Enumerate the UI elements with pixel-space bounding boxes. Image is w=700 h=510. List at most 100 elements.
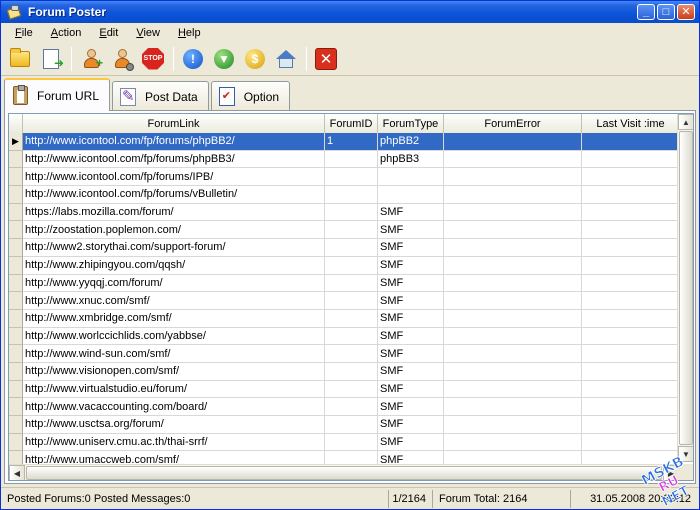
home-button[interactable] [273, 46, 299, 72]
cell-forumerror[interactable] [444, 416, 582, 434]
dollar-button[interactable]: $ [242, 46, 268, 72]
table-row[interactable]: http://www.xmbridge.com/smf/SMF [9, 309, 680, 328]
cell-forumid[interactable] [325, 380, 378, 399]
cell-lastvisit[interactable] [582, 274, 680, 293]
export-button[interactable] [38, 46, 64, 72]
cell-forumerror[interactable] [444, 203, 582, 222]
cell-forumid[interactable] [325, 345, 378, 363]
cell-forumid[interactable] [325, 327, 378, 346]
cell-forumlink[interactable]: http://www.xmbridge.com/smf/ [23, 309, 325, 328]
download-button[interactable]: ▼ [211, 46, 237, 72]
table-row[interactable]: http://www.zhipingyou.com/qqsh/SMF [9, 256, 680, 275]
cell-forumlink[interactable]: http://www.virtualstudio.eu/forum/ [23, 380, 325, 399]
cell-forumtype[interactable]: phpBB2 [378, 133, 444, 151]
cell-forumtype[interactable]: SMF [378, 292, 444, 310]
header-forumtype[interactable]: ForumType [378, 114, 444, 133]
cell-forumerror[interactable] [444, 433, 582, 452]
cell-forumlink[interactable]: http://www.icontool.com/fp/forums/phpBB2… [23, 133, 325, 151]
cell-forumlink[interactable]: http://www.uniserv.cmu.ac.th/thai-srrf/ [23, 433, 325, 452]
table-row[interactable]: http://www2.storythai.com/support-forum/… [9, 239, 680, 257]
table-row[interactable]: http://www.icontool.com/fp/forums/IPB/ [9, 168, 680, 187]
cell-forumlink[interactable]: http://www.worlccichlids.com/yabbse/ [23, 327, 325, 346]
forum-grid[interactable]: ForumLink ForumID ForumType ForumError Last … [8, 113, 694, 481]
cell-forumtype[interactable]: phpBB3 [378, 150, 444, 169]
cell-forumid[interactable]: 1 [325, 133, 378, 151]
vertical-scroll-thumb[interactable] [679, 131, 693, 445]
scroll-up-button[interactable]: ▲ [678, 114, 693, 130]
cell-forumlink[interactable]: http://www.visionopen.com/smf/ [23, 362, 325, 381]
cell-forumerror[interactable] [444, 309, 582, 328]
cell-forumtype[interactable]: SMF [378, 362, 444, 381]
cell-forumid[interactable] [325, 274, 378, 293]
minimize-button[interactable]: _ [637, 4, 655, 20]
cell-forumerror[interactable] [444, 398, 582, 416]
table-row[interactable]: http://www.virtualstudio.eu/forum/SMF [9, 380, 680, 399]
exit-button[interactable]: ✕ [313, 46, 339, 72]
cell-lastvisit[interactable] [582, 398, 680, 416]
header-forumid[interactable]: ForumID [325, 114, 378, 133]
menu-action[interactable]: Action [41, 27, 90, 39]
cell-forumlink[interactable]: http://www.yyqqj.com/forum/ [23, 274, 325, 293]
cell-lastvisit[interactable] [582, 168, 680, 187]
cell-forumid[interactable] [325, 150, 378, 169]
cell-forumtype[interactable]: SMF [378, 221, 444, 240]
cell-lastvisit[interactable] [582, 133, 680, 151]
cell-forumlink[interactable]: http://www.zhipingyou.com/qqsh/ [23, 256, 325, 275]
cell-forumid[interactable] [325, 398, 378, 416]
cell-forumtype[interactable]: SMF [378, 327, 444, 346]
header-forumlink[interactable]: ForumLink [23, 114, 325, 133]
table-row[interactable]: http://www.icontool.com/fp/forums/vBulle… [9, 186, 680, 204]
table-row[interactable]: http://zoostation.poplemon.com/SMF [9, 221, 680, 240]
cell-lastvisit[interactable] [582, 150, 680, 169]
cell-forumerror[interactable] [444, 239, 582, 257]
cell-forumtype[interactable]: SMF [378, 380, 444, 399]
cell-lastvisit[interactable] [582, 309, 680, 328]
cell-lastvisit[interactable] [582, 292, 680, 310]
table-row[interactable]: http://www.wind-sun.com/smf/SMF [9, 345, 680, 363]
table-row[interactable]: http://www.visionopen.com/smf/SMF [9, 362, 680, 381]
cell-lastvisit[interactable] [582, 221, 680, 240]
scroll-down-button[interactable]: ▼ [678, 446, 693, 462]
close-window-button[interactable]: ✕ [677, 4, 695, 20]
cell-forumerror[interactable] [444, 150, 582, 169]
cell-forumerror[interactable] [444, 380, 582, 399]
cell-forumtype[interactable]: SMF [378, 239, 444, 257]
maximize-button[interactable]: □ [657, 4, 675, 20]
cell-forumerror[interactable] [444, 221, 582, 240]
cell-forumtype[interactable] [378, 186, 444, 204]
table-row[interactable]: http://www.vacaccounting.com/board/SMF [9, 398, 680, 416]
cell-forumtype[interactable]: SMF [378, 433, 444, 452]
table-row[interactable]: http://www.yyqqj.com/forum/SMF [9, 274, 680, 293]
cell-forumtype[interactable] [378, 168, 444, 187]
cell-forumlink[interactable]: https://labs.mozilla.com/forum/ [23, 203, 325, 222]
cell-forumid[interactable] [325, 362, 378, 381]
cell-forumid[interactable] [325, 168, 378, 187]
table-row[interactable]: http://www.xnuc.com/smf/SMF [9, 292, 680, 310]
cell-forumtype[interactable]: SMF [378, 345, 444, 363]
cell-forumtype[interactable]: SMF [378, 416, 444, 434]
horizontal-scrollbar[interactable]: ◀ ▶ [9, 464, 679, 480]
table-row[interactable]: ▶ http://www.icontool.com/fp/forums/phpBB… [9, 133, 680, 151]
cell-lastvisit[interactable] [582, 345, 680, 363]
info-button[interactable]: ! [180, 46, 206, 72]
menu-view[interactable]: View [126, 27, 168, 39]
cell-forumerror[interactable] [444, 274, 582, 293]
cell-forumtype[interactable]: SMF [378, 203, 444, 222]
table-row[interactable]: http://www.icontool.com/fp/forums/phpBB3… [9, 150, 680, 169]
cell-lastvisit[interactable] [582, 186, 680, 204]
cell-forumerror[interactable] [444, 362, 582, 381]
cell-forumtype[interactable]: SMF [378, 256, 444, 275]
cell-lastvisit[interactable] [582, 380, 680, 399]
cell-forumid[interactable] [325, 292, 378, 310]
tab-forum-url[interactable]: Forum URL [4, 78, 111, 111]
cell-forumerror[interactable] [444, 345, 582, 363]
table-row[interactable]: https://labs.mozilla.com/forum/SMF [9, 203, 680, 222]
cell-forumerror[interactable] [444, 292, 582, 310]
cell-forumid[interactable] [325, 203, 378, 222]
header-forumerror[interactable]: ForumError [444, 114, 582, 133]
open-button[interactable] [7, 46, 33, 72]
cell-forumlink[interactable]: http://www2.storythai.com/support-forum/ [23, 239, 325, 257]
cell-forumid[interactable] [325, 256, 378, 275]
cell-forumid[interactable] [325, 221, 378, 240]
cell-lastvisit[interactable] [582, 327, 680, 346]
